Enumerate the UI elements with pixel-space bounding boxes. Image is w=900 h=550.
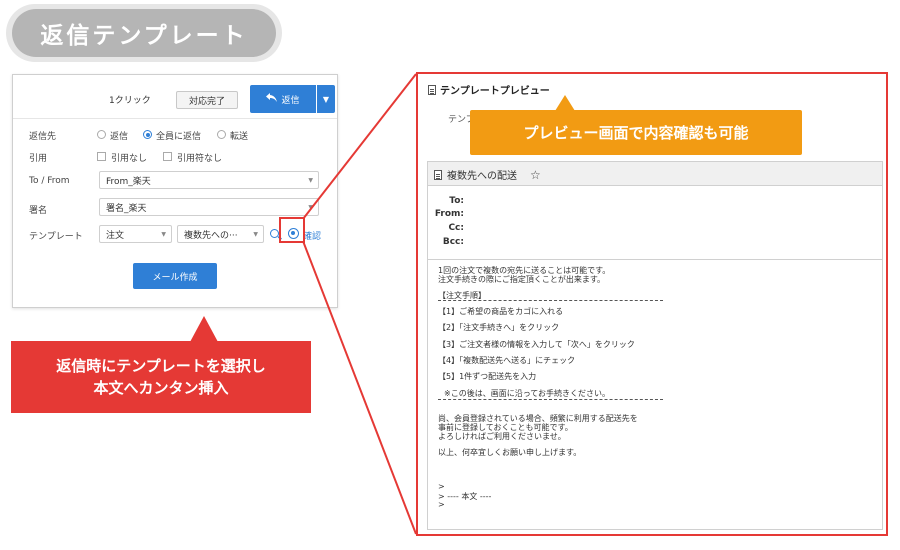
- body-divider: [438, 300, 663, 301]
- body-line: 【4】「複数配送先へ送る」にチェック: [438, 356, 576, 365]
- body-line: 【1】ご希望の商品をカゴに入れる: [438, 307, 564, 316]
- reply-button-label: 返信: [281, 95, 300, 106]
- body-line: 注文手続きの際にご指定頂くことが出来ます。: [438, 275, 606, 284]
- signature-label: 署名: [29, 206, 48, 216]
- body-line: よろしければご利用くださいませ。: [438, 432, 566, 441]
- preview-title: テンプレートプレビュー: [428, 82, 550, 97]
- title-banner-text: 返信テンプレート: [12, 9, 276, 57]
- signature-select[interactable]: 署名_楽天 ▼: [99, 198, 319, 216]
- radio-reply-all-label: 全員に返信: [156, 132, 202, 142]
- header-from: From:: [434, 209, 464, 219]
- radio-forward[interactable]: [217, 130, 226, 139]
- search-icon[interactable]: [270, 229, 279, 238]
- star-icon[interactable]: ☆: [530, 168, 541, 182]
- template-label: テンプレート: [29, 232, 83, 242]
- header-cc: Cc:: [448, 223, 464, 233]
- chevron-down-icon: ▼: [308, 177, 313, 184]
- body-line: >: [438, 482, 445, 491]
- to-from-value: From_楽天: [106, 176, 151, 187]
- radio-reply-label: 返信: [110, 132, 129, 142]
- title-banner: 返信テンプレート: [6, 4, 282, 62]
- chevron-down-icon: ▼: [253, 231, 258, 238]
- template-category-select[interactable]: 注文 ▼: [99, 225, 172, 243]
- radio-forward-label: 転送: [230, 132, 249, 142]
- checkbox-no-quote-label: 引用なし: [111, 154, 148, 164]
- quote-label: 引用: [29, 154, 48, 164]
- document-icon: [434, 169, 442, 180]
- chevron-down-icon: ▼: [161, 231, 166, 238]
- mail-subject-bar: 複数先への配送 ☆: [428, 162, 882, 186]
- to-from-label: To / From: [29, 176, 70, 186]
- preview-icon-highlight: [279, 217, 305, 243]
- reply-dropdown-button[interactable]: ▼: [317, 85, 335, 113]
- chevron-down-icon: ▼: [308, 204, 313, 211]
- chevron-down-icon: ▼: [322, 94, 330, 104]
- callout-line-2: 本文へカンタン挿入: [93, 379, 229, 397]
- body-line: >: [438, 500, 445, 509]
- recipient-label: 返信先: [29, 132, 57, 142]
- header-bcc: Bcc:: [442, 237, 464, 247]
- template-category-value: 注文: [106, 230, 125, 241]
- preview-badge: プレビュー画面で内容確認も可能: [470, 110, 802, 155]
- preview-link[interactable]: 確認: [303, 229, 321, 242]
- mail-subject-text: 複数先への配送: [447, 171, 517, 182]
- callout-pointer: [190, 316, 218, 342]
- compose-toolbar: 1クリック 対応完了 返信 ▼: [13, 75, 337, 119]
- body-line: 【5】1件ずつ配送先を入力: [438, 372, 537, 381]
- radio-reply[interactable]: [97, 130, 106, 139]
- body-line: 【2】「注文手続きへ」をクリック: [438, 323, 560, 332]
- checkbox-no-quote[interactable]: [97, 152, 106, 161]
- one-click-label: 1クリック: [109, 96, 151, 106]
- reply-arrow-icon: [266, 93, 278, 105]
- callout-line-1: 返信時にテンプレートを選択し: [56, 356, 266, 375]
- signature-value: 署名_楽天: [106, 203, 147, 214]
- body-line: 【3】ご注文者様の情報を入力して「次へ」をクリック: [438, 340, 635, 349]
- reply-button[interactable]: 返信: [250, 85, 316, 113]
- compose-panel: 1クリック 対応完了 返信 ▼ 返信先 返信 全員に返信 転送 引用 引用なし …: [12, 74, 338, 308]
- document-icon: [428, 84, 436, 95]
- mail-preview: 複数先への配送 ☆ To: From: Cc: Bcc: 1回の注文で複数の宛先…: [427, 161, 883, 530]
- mail-subject: 複数先への配送 ☆: [434, 167, 541, 182]
- radio-reply-all[interactable]: [143, 130, 152, 139]
- preview-title-text: テンプレートプレビュー: [440, 86, 550, 97]
- body-divider: [438, 399, 663, 400]
- template-select[interactable]: 複数先への··· ▼: [177, 225, 264, 243]
- checkbox-no-quote-mark[interactable]: [163, 152, 172, 161]
- header-to: To:: [449, 196, 464, 206]
- done-button[interactable]: 対応完了: [176, 91, 238, 109]
- to-from-select[interactable]: From_楽天 ▼: [99, 171, 319, 189]
- template-value: 複数先への···: [184, 230, 238, 241]
- checkbox-no-quote-mark-label: 引用符なし: [177, 154, 223, 164]
- create-mail-button[interactable]: メール作成: [133, 263, 217, 289]
- header-divider: [428, 259, 882, 260]
- insert-callout: 返信時にテンプレートを選択し 本文へカンタン挿入: [11, 341, 311, 413]
- badge-pointer: [555, 95, 575, 111]
- body-line: ※この後は、画面に沿ってお手続きください。: [444, 389, 611, 398]
- body-line: > ---- 本文 ----: [438, 492, 492, 501]
- body-line: 以上、何卒宜しくお願い申し上げます。: [438, 448, 582, 457]
